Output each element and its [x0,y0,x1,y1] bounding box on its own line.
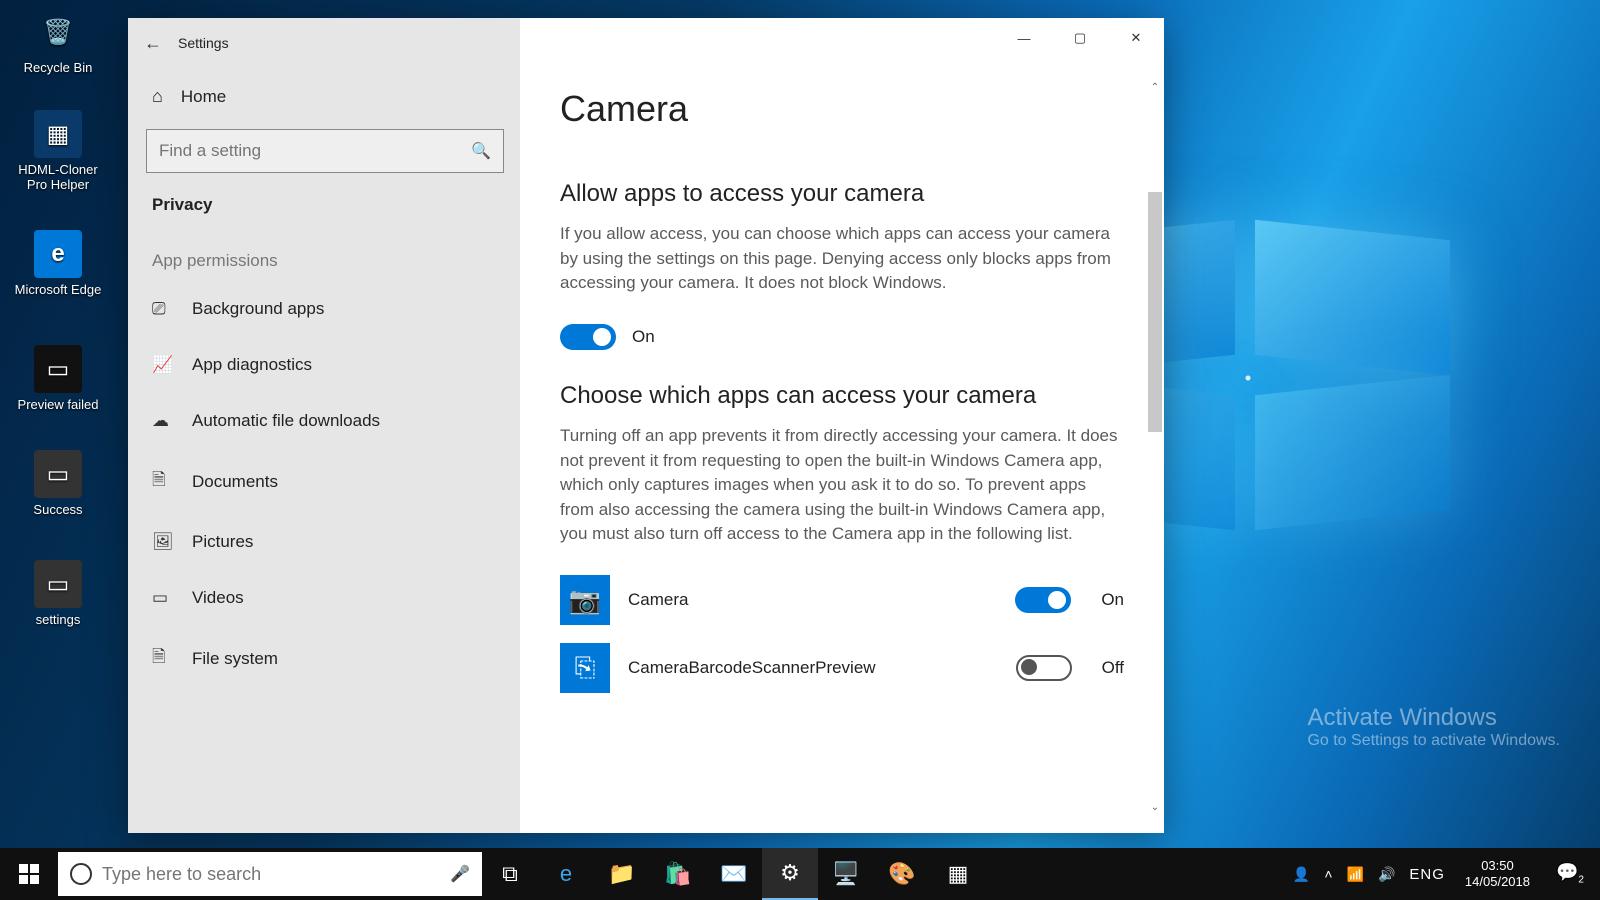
taskbar-search-input[interactable] [102,864,440,885]
app-row-camera: 📷 Camera On [560,575,1124,625]
settings-content: ― ▢ ✕ Camera Allow apps to access your c… [520,18,1164,833]
allow-camera-toggle-label: On [632,327,655,347]
tray-overflow-icon[interactable]: ˄ [1324,866,1332,882]
taskbar: 🎤 ⧉ e 📁 🛍️ ✉️ ⚙ 🖥️ 🎨 ▦ 👤 ˄ 📶 🔊 ENG 03:50… [0,848,1600,900]
sidebar-item-pictures[interactable]: 🖼Pictures [146,514,502,570]
page-title: Camera [560,88,1124,130]
desktop-icon-recycle-bin[interactable]: 🗑️Recycle Bin [8,8,108,75]
app-row-barcode-scanner: ⎘ CameraBarcodeScannerPreview Off [560,643,1124,693]
activate-windows-watermark: Activate Windows Go to Settings to activ… [1307,704,1560,750]
taskbar-store[interactable]: 🛍️ [650,848,706,900]
maximize-button[interactable]: ▢ [1052,18,1108,58]
language-indicator[interactable]: ENG [1409,866,1445,883]
sidebar-item-auto-downloads[interactable]: ☁Automatic file downloads [146,393,502,449]
wifi-icon[interactable]: 📶 [1347,866,1364,883]
app-name: CameraBarcodeScannerPreview [628,658,998,678]
taskbar-edge[interactable]: e [538,848,594,900]
sidebar-item-background-apps[interactable]: ⎚Background apps [146,281,502,337]
sidebar-item-documents[interactable]: 🗎Documents [146,449,502,514]
desktop-icon-edge[interactable]: eMicrosoft Edge [8,230,108,297]
pictures-icon: 🖼 [152,532,172,552]
section-allow-title: Allow apps to access your camera [560,180,1124,208]
sidebar-category: Privacy [146,189,502,241]
task-view-button[interactable]: ⧉ [482,848,538,900]
taskbar-app-1[interactable]: 🖥️ [818,848,874,900]
mic-icon[interactable]: 🎤 [450,864,470,884]
taskbar-paint[interactable]: 🎨 [874,848,930,900]
app-toggle-label: Off [1102,658,1124,678]
taskbar-app-2[interactable]: ▦ [930,848,986,900]
camera-app-icon: 📷 [560,575,610,625]
desktop-icon-preview-failed[interactable]: ▭Preview failed [8,345,108,412]
taskbar-search[interactable]: 🎤 [58,852,482,896]
app-toggle-camera[interactable] [1015,587,1071,613]
section-choose-title: Choose which apps can access your camera [560,382,1124,410]
home-icon: ⌂ [152,86,163,107]
windows-icon [19,864,39,884]
window-title: Settings [178,35,229,51]
file-icon: ▭ [34,560,82,608]
app-toggle-barcode[interactable] [1016,655,1072,681]
search-icon: 🔍 [471,141,491,161]
file-system-icon: 🗎 [152,644,172,673]
cortana-icon [70,863,92,885]
cloud-icon: ☁ [152,411,172,431]
app-toggle-label: On [1101,590,1124,610]
taskbar-explorer[interactable]: 📁 [594,848,650,900]
volume-icon[interactable]: 🔊 [1378,866,1395,883]
back-button[interactable]: ← [128,33,178,54]
sidebar-group-label: App permissions [146,241,502,281]
action-center-button[interactable]: 💬2 [1550,862,1590,886]
sidebar-item-file-system[interactable]: 🗎File system [146,626,502,691]
file-icon: ▭ [34,450,82,498]
document-icon: 🗎 [152,467,172,496]
content-scrollbar[interactable]: ⌃ ⌄ [1146,82,1164,822]
desktop-icon-hdml-cloner[interactable]: ▦HDML-Cloner Pro Helper [8,110,108,192]
scroll-down-icon[interactable]: ⌄ [1146,802,1164,822]
taskbar-clock[interactable]: 03:50 14/05/2018 [1459,858,1536,891]
close-button[interactable]: ✕ [1108,18,1164,58]
taskbar-settings[interactable]: ⚙ [762,848,818,900]
people-icon[interactable]: 👤 [1293,866,1310,883]
start-button[interactable] [0,848,58,900]
file-icon: ▭ [34,345,82,393]
diagnostics-icon: 📈 [152,355,172,375]
desktop-icon-settings-file[interactable]: ▭settings [8,560,108,627]
settings-window: ← Settings ⌂ Home 🔍 Privacy App permissi… [128,18,1164,833]
section-choose-body: Turning off an app prevents it from dire… [560,424,1120,547]
allow-camera-toggle[interactable] [560,324,616,350]
search-input[interactable] [159,141,471,161]
sidebar-home-label: Home [181,87,226,107]
app-name: Camera [628,590,997,610]
sidebar-item-videos[interactable]: ▭Videos [146,570,502,626]
background-apps-icon: ⎚ [152,299,172,319]
barcode-app-icon: ⎘ [560,643,610,693]
settings-sidebar: ← Settings ⌂ Home 🔍 Privacy App permissi… [128,18,520,833]
edge-icon: e [34,230,82,278]
section-allow-body: If you allow access, you can choose whic… [560,222,1120,296]
app-icon: ▦ [34,110,82,158]
desktop-icon-success[interactable]: ▭Success [8,450,108,517]
minimize-button[interactable]: ― [996,18,1052,58]
sidebar-item-app-diagnostics[interactable]: 📈App diagnostics [146,337,502,393]
scroll-thumb[interactable] [1148,192,1162,432]
settings-search[interactable]: 🔍 [146,129,504,173]
recycle-bin-icon: 🗑️ [34,8,82,56]
system-tray: 👤 ˄ 📶 🔊 ENG 03:50 14/05/2018 💬2 [1283,858,1600,891]
sidebar-home[interactable]: ⌂ Home [146,68,502,125]
videos-icon: ▭ [152,588,172,608]
scroll-up-icon[interactable]: ⌃ [1146,82,1164,102]
taskbar-mail[interactable]: ✉️ [706,848,762,900]
